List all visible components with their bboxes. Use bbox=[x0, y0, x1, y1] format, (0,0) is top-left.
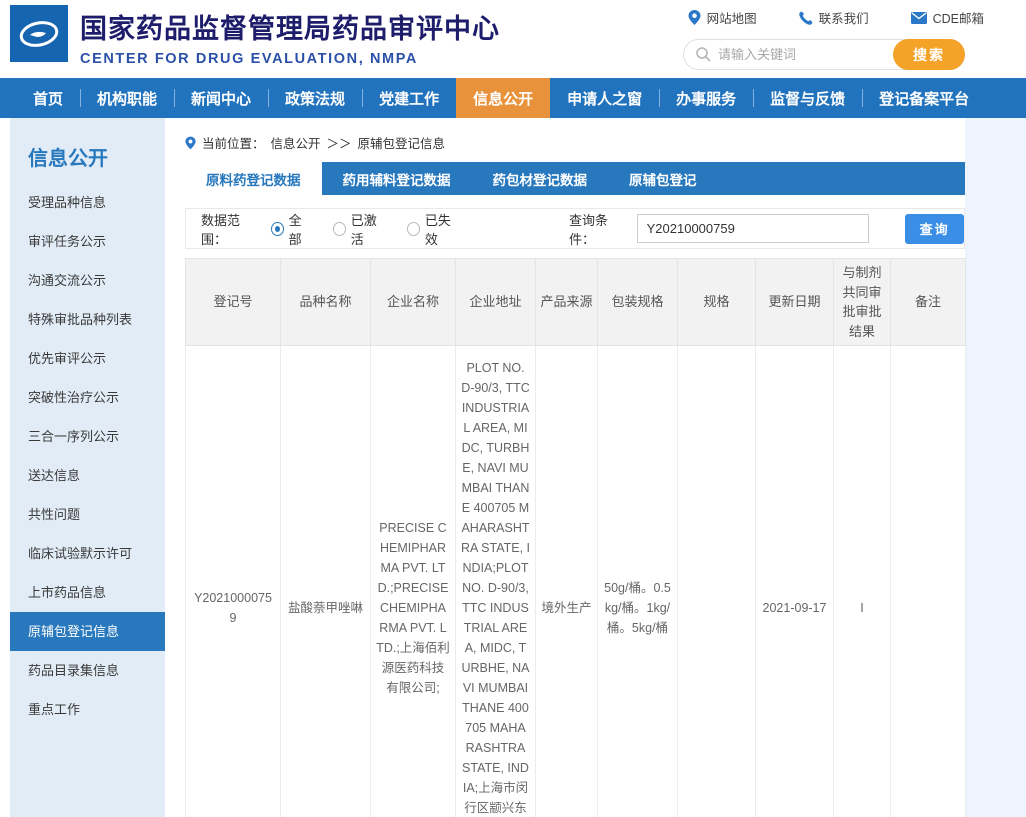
sidebar-item-raw-material-registration[interactable]: 原辅包登记信息 bbox=[10, 612, 165, 651]
col-company-address: 企业地址 bbox=[456, 259, 536, 346]
breadcrumb-section[interactable]: 信息公开 bbox=[271, 133, 321, 152]
sidebar-title: 信息公开 bbox=[10, 118, 165, 183]
breadcrumb-current: 原辅包登记信息 bbox=[358, 133, 446, 152]
sidebar-item-review-tasks[interactable]: 审评任务公示 bbox=[10, 222, 165, 261]
query-condition-label: 查询条件： bbox=[569, 210, 631, 248]
search-icon bbox=[696, 47, 711, 62]
site-search-bar: 搜索 bbox=[683, 39, 965, 70]
col-variety-name: 品种名称 bbox=[281, 259, 371, 346]
nav-item-info-disclosure[interactable]: 信息公开 bbox=[456, 78, 550, 118]
nav-item-party[interactable]: 党建工作 bbox=[362, 78, 456, 118]
cell-product-source: 境外生产 bbox=[536, 346, 598, 817]
site-logo bbox=[10, 5, 68, 62]
right-background-strip bbox=[965, 118, 1026, 817]
sitemap-link[interactable]: 网站地图 bbox=[688, 8, 757, 27]
cell-registration-no: Y20210000759 bbox=[186, 346, 281, 817]
sidebar-item-priority-review[interactable]: 优先审评公示 bbox=[10, 339, 165, 378]
site-title: 国家药品监督管理局药品审评中心 bbox=[80, 7, 500, 46]
col-product-source: 产品来源 bbox=[536, 259, 598, 346]
col-company-name: 企业名称 bbox=[371, 259, 456, 346]
radio-all-control[interactable] bbox=[271, 222, 284, 236]
tab-raw-aux-pack-registration[interactable]: 原辅包登记 bbox=[608, 162, 718, 195]
nav-item-policy[interactable]: 政策法规 bbox=[268, 78, 362, 118]
radio-expired[interactable]: 已失效 bbox=[407, 210, 461, 248]
cell-update-date: 2021-09-17 bbox=[756, 346, 834, 817]
sidebar-item-clinical-trial-license[interactable]: 临床试验默示许可 bbox=[10, 534, 165, 573]
query-condition-input[interactable] bbox=[637, 214, 870, 243]
breadcrumb: 当前位置： 信息公开 ＞＞ 原辅包登记信息 bbox=[185, 133, 965, 152]
sidebar-item-key-work[interactable]: 重点工作 bbox=[10, 690, 165, 729]
sidebar-item-special-approval[interactable]: 特殊审批品种列表 bbox=[10, 300, 165, 339]
cde-logo-icon bbox=[16, 14, 62, 54]
location-pin-icon bbox=[688, 10, 701, 25]
sidebar-item-delivery-info[interactable]: 送达信息 bbox=[10, 456, 165, 495]
table-header-row: 登记号 品种名称 企业名称 企业地址 产品来源 包装规格 规格 更新日期 与制剂… bbox=[186, 259, 966, 346]
col-registration-no: 登记号 bbox=[186, 259, 281, 346]
cell-variety-name: 盐酸萘甲唑啉 bbox=[281, 346, 371, 817]
cell-joint-review-result: I bbox=[834, 346, 891, 817]
cell-company-address: PLOT NO. D-90/3, TTC INDUSTRIAL AREA, MI… bbox=[456, 346, 536, 817]
site-subtitle: CENTER FOR DRUG EVALUATION, NMPA bbox=[80, 51, 500, 67]
breadcrumb-label: 当前位置： bbox=[202, 133, 265, 152]
col-remarks: 备注 bbox=[891, 259, 966, 346]
filter-bar: 数据范围： 全部 已激活 已失效 查询条件： 查询 bbox=[185, 208, 965, 249]
breadcrumb-separator: ＞＞ bbox=[327, 133, 352, 152]
breadcrumb-pin-icon bbox=[185, 136, 196, 150]
cell-spec bbox=[678, 346, 756, 817]
nav-item-supervision[interactable]: 监督与反馈 bbox=[753, 78, 862, 118]
sidebar: 信息公开 受理品种信息 审评任务公示 沟通交流公示 特殊审批品种列表 优先审评公… bbox=[10, 118, 165, 817]
sidebar-item-three-in-one[interactable]: 三合一序列公示 bbox=[10, 417, 165, 456]
sidebar-item-communication[interactable]: 沟通交流公示 bbox=[10, 261, 165, 300]
scope-radio-group: 全部 已激活 已失效 bbox=[271, 210, 461, 248]
site-search-button[interactable]: 搜索 bbox=[893, 39, 965, 70]
nav-item-news[interactable]: 新闻中心 bbox=[174, 78, 268, 118]
cell-remarks bbox=[891, 346, 966, 817]
sidebar-item-drug-catalog[interactable]: 药品目录集信息 bbox=[10, 651, 165, 690]
header-quick-links: 网站地图 联系我们 CDE邮箱 bbox=[688, 8, 984, 27]
page: 国家药品监督管理局药品审评中心 CENTER FOR DRUG EVALUATI… bbox=[0, 0, 1026, 817]
registration-data-table: 登记号 品种名称 企业名称 企业地址 产品来源 包装规格 规格 更新日期 与制剂… bbox=[185, 258, 966, 817]
radio-all-label: 全部 bbox=[289, 210, 313, 248]
sitemap-link-label: 网站地图 bbox=[707, 8, 757, 27]
tab-excipient-registration-data[interactable]: 药用辅料登记数据 bbox=[322, 162, 472, 195]
contact-link[interactable]: 联系我们 bbox=[799, 8, 869, 27]
col-spec: 规格 bbox=[678, 259, 756, 346]
nav-item-home[interactable]: 首页 bbox=[16, 78, 80, 118]
cde-mail-link-label: CDE邮箱 bbox=[933, 8, 984, 27]
site-header: 国家药品监督管理局药品审评中心 CENTER FOR DRUG EVALUATI… bbox=[0, 0, 1026, 78]
cell-company-name: PRECISE CHEMIPHARMA PVT. LTD.;PRECISE CH… bbox=[371, 346, 456, 817]
tab-bar: 原料药登记数据 药用辅料登记数据 药包材登记数据 原辅包登记 bbox=[185, 162, 965, 195]
col-joint-review-result: 与制剂共同审批审批结果 bbox=[834, 259, 891, 346]
sidebar-item-marketed-drugs[interactable]: 上市药品信息 bbox=[10, 573, 165, 612]
sidebar-item-accepted-varieties[interactable]: 受理品种信息 bbox=[10, 183, 165, 222]
cell-packaging-spec: 50g/桶。0.5kg/桶。1kg/桶。5kg/桶 bbox=[598, 346, 678, 817]
nav-item-applicant[interactable]: 申请人之窗 bbox=[550, 78, 659, 118]
radio-activated-control[interactable] bbox=[333, 222, 346, 236]
col-packaging-spec: 包装规格 bbox=[598, 259, 678, 346]
tab-packaging-registration-data[interactable]: 药包材登记数据 bbox=[472, 162, 609, 195]
tab-api-registration-data[interactable]: 原料药登记数据 bbox=[185, 162, 322, 195]
cde-mail-link[interactable]: CDE邮箱 bbox=[911, 8, 984, 27]
phone-icon bbox=[799, 11, 813, 25]
radio-activated-label: 已激活 bbox=[351, 210, 387, 248]
sidebar-item-common-issues[interactable]: 共性问题 bbox=[10, 495, 165, 534]
radio-activated[interactable]: 已激活 bbox=[333, 210, 387, 248]
query-button[interactable]: 查询 bbox=[905, 214, 964, 244]
nav-item-registration-platform[interactable]: 登记备案平台 bbox=[862, 78, 986, 118]
sidebar-item-breakthrough-therapy[interactable]: 突破性治疗公示 bbox=[10, 378, 165, 417]
site-search-input[interactable] bbox=[718, 47, 893, 62]
nav-item-services[interactable]: 办事服务 bbox=[659, 78, 753, 118]
envelope-icon bbox=[911, 12, 927, 24]
scope-label: 数据范围： bbox=[201, 210, 263, 248]
nav-item-functions[interactable]: 机构职能 bbox=[80, 78, 174, 118]
site-title-block: 国家药品监督管理局药品审评中心 CENTER FOR DRUG EVALUATI… bbox=[80, 7, 500, 67]
radio-all[interactable]: 全部 bbox=[271, 210, 313, 248]
table-row: Y20210000759 盐酸萘甲唑啉 PRECISE CHEMIPHARMA … bbox=[186, 346, 966, 817]
col-update-date: 更新日期 bbox=[756, 259, 834, 346]
radio-expired-label: 已失效 bbox=[425, 210, 461, 248]
main-content: 当前位置： 信息公开 ＞＞ 原辅包登记信息 原料药登记数据 药用辅料登记数据 药包… bbox=[165, 118, 965, 817]
radio-expired-control[interactable] bbox=[407, 222, 420, 236]
contact-link-label: 联系我们 bbox=[819, 8, 869, 27]
main-nav: 首页 机构职能 新闻中心 政策法规 党建工作 信息公开 申请人之窗 办事服务 监… bbox=[0, 78, 1026, 118]
